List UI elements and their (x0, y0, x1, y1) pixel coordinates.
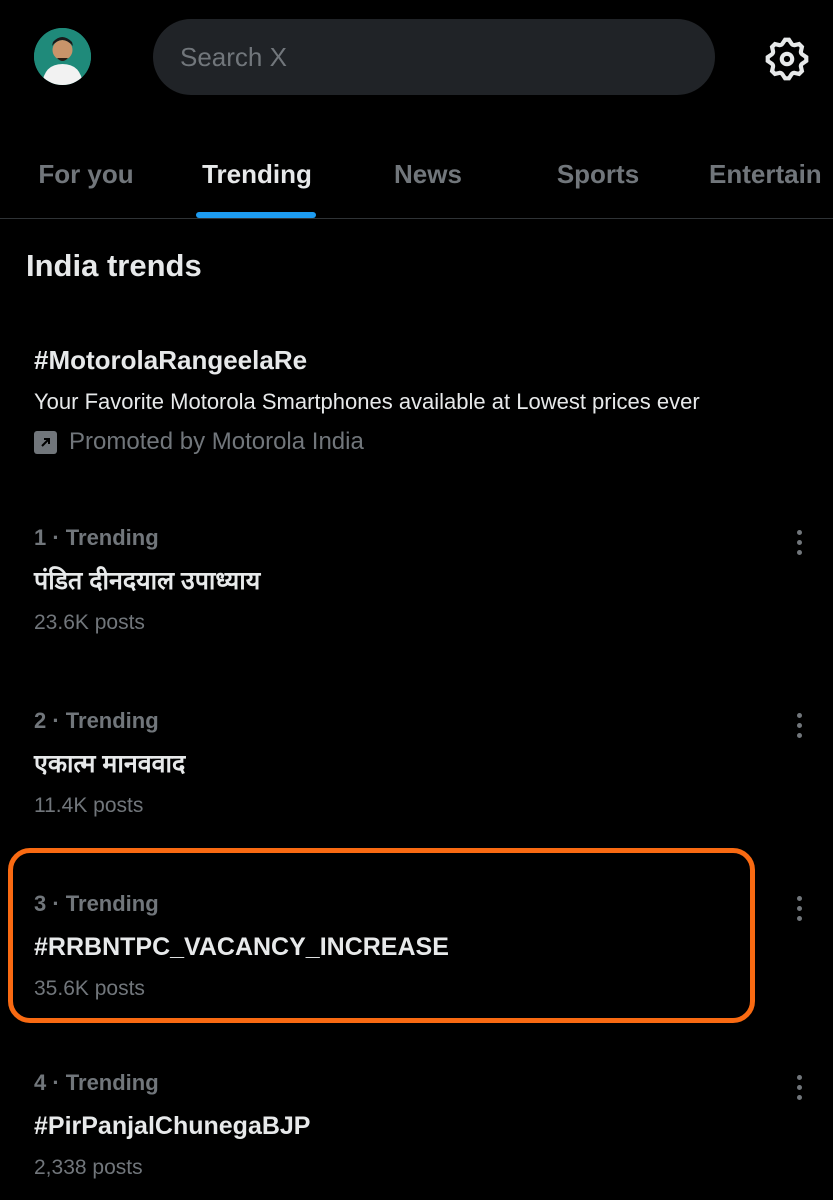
trend-name: पंडित दीनदयाल उपाध्याय (34, 567, 261, 595)
tab-sports[interactable]: Sports (540, 130, 656, 218)
section-title: India trends (26, 248, 202, 283)
promoted-trend[interactable]: #MotorolaRangeelaRe Your Favorite Motoro… (34, 342, 814, 456)
trend-rank: 1 · Trending (34, 525, 159, 550)
more-dot-icon (796, 732, 802, 738)
more-options-button[interactable] (784, 707, 814, 743)
more-dot-icon (796, 549, 802, 555)
active-tab-indicator (196, 212, 316, 218)
more-dot-icon (796, 895, 802, 901)
tab-label: For you (38, 158, 134, 189)
trend-post-count: 11.4K posts (34, 794, 144, 817)
more-options-button[interactable] (784, 1069, 814, 1105)
tab-entertainment[interactable]: Entertain (709, 130, 833, 218)
explore-tabs: For you Trending News Sports Entertain (0, 130, 833, 219)
top-bar: Search X (0, 0, 833, 118)
trend-item[interactable]: 2 · Trending एकात्म मानववाद 11.4K posts (34, 707, 814, 837)
trend-rank: 2 · Trending (34, 708, 159, 733)
more-dot-icon (796, 529, 802, 535)
avatar-icon (34, 28, 91, 85)
more-dot-icon (796, 722, 802, 728)
promoted-by-label: Promoted by Motorola India (69, 428, 364, 455)
more-options-button[interactable] (784, 524, 814, 560)
trend-post-count: 2,338 posts (34, 1156, 143, 1179)
trend-rank: 3 · Trending (34, 891, 159, 916)
tab-news[interactable]: News (375, 130, 481, 218)
tab-for-you[interactable]: For you (26, 130, 146, 218)
trend-rank: 4 · Trending (34, 1070, 159, 1095)
search-placeholder: Search X (180, 41, 287, 72)
trend-post-count: 23.6K posts (34, 611, 145, 634)
tab-label: Sports (556, 158, 640, 189)
more-dot-icon (796, 915, 802, 921)
trend-post-count: 35.6K posts (34, 977, 145, 1000)
trend-name: #PirPanjalChunegaBJP (34, 1112, 311, 1140)
trend-item[interactable]: 1 · Trending पंडित दीनदयाल उपाध्याय 23.6… (34, 524, 814, 654)
more-dot-icon (796, 539, 802, 545)
more-dot-icon (796, 1094, 802, 1100)
tab-label: News (394, 158, 462, 189)
more-dot-icon (796, 1074, 802, 1080)
gear-icon (765, 37, 809, 81)
promoted-arrow-icon (34, 430, 57, 454)
more-dot-icon (796, 905, 802, 911)
promoted-hashtag: #MotorolaRangeelaRe (34, 345, 308, 375)
promoted-description: Your Favorite Motorola Smartphones avail… (34, 389, 700, 414)
tab-label: Entertain (709, 158, 822, 189)
trend-item-highlighted[interactable]: 3 · Trending #RRBNTPC_VACANCY_INCREASE 3… (34, 890, 814, 1020)
settings-button[interactable] (762, 34, 812, 84)
search-input[interactable]: Search X (153, 19, 715, 95)
more-dot-icon (796, 1084, 802, 1090)
avatar[interactable] (34, 28, 91, 85)
more-options-button[interactable] (784, 890, 814, 926)
trend-name: #RRBNTPC_VACANCY_INCREASE (34, 933, 449, 961)
tab-trending[interactable]: Trending (190, 130, 324, 218)
trend-item[interactable]: 4 · Trending #PirPanjalChunegaBJP 2,338 … (34, 1069, 814, 1199)
more-dot-icon (796, 712, 802, 718)
promoted-by-line: Promoted by Motorola India (34, 428, 814, 456)
trend-name: एकात्म मानववाद (34, 750, 186, 778)
tab-label: Trending (202, 158, 312, 189)
